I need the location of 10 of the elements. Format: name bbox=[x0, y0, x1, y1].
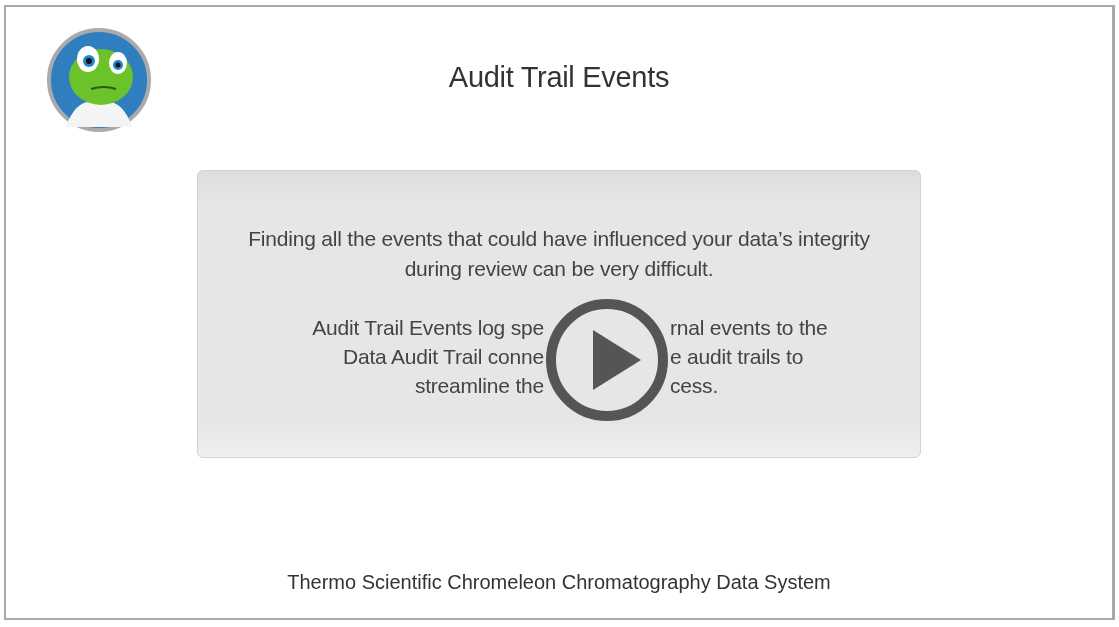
text-fragment: rnal events to the bbox=[670, 315, 828, 340]
text-fragment: cess. bbox=[670, 373, 718, 398]
text-fragment: Data Audit Trail conne bbox=[342, 344, 544, 369]
text-fragment: Audit Trail Events log spe bbox=[312, 315, 544, 340]
slide-title: Audit Trail Events bbox=[448, 61, 670, 94]
play-button[interactable] bbox=[546, 299, 668, 421]
text-fragment: e audit trails to bbox=[670, 344, 804, 369]
footer-text: Thermo Scientific Chromeleon Chromatography Data System bbox=[287, 571, 831, 594]
slide-paragraph: Finding all the events that could have influenced your data’s integrity during review can be very difficult. bbox=[247, 226, 871, 282]
text-fragment: streamline the bbox=[414, 373, 544, 398]
